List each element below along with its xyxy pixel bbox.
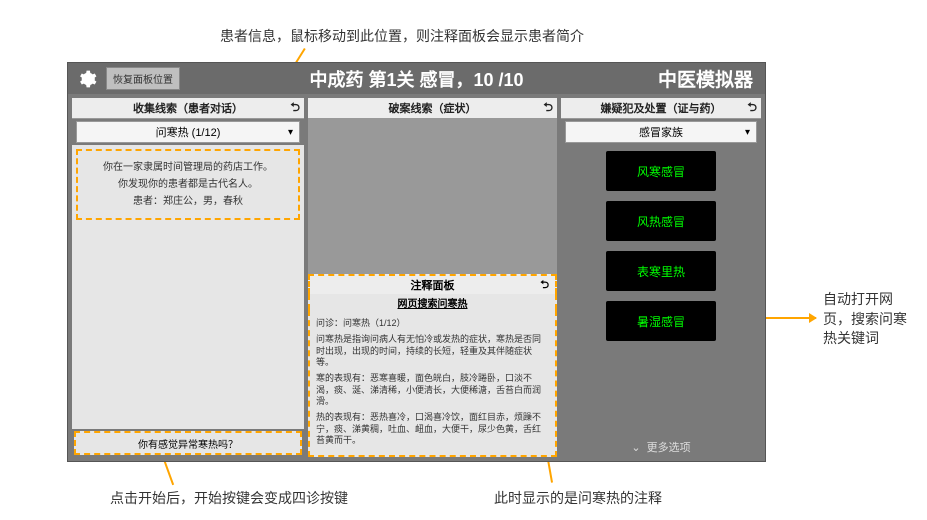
- patient-info-box[interactable]: 你在一家隶属时间管理局的药店工作。 你发现你的患者都是古代名人。 患者：郑庄公，…: [76, 149, 300, 220]
- titlebar: 恢复面板位置 中成药 第1关 感冒，10 /10 中医模拟器: [68, 63, 765, 94]
- back-icon[interactable]: ⮌: [543, 98, 553, 119]
- gear-icon[interactable]: [72, 64, 102, 94]
- title-right: 中医模拟器: [658, 65, 753, 92]
- anno-para: 热的表现有：恶热喜冷，口渴喜冷饮，面红目赤，烦躁不宁，痰、涕黄稠，吐血、衄血，大…: [316, 412, 549, 447]
- panel-dialog-title: 收集线索（患者对话）: [133, 100, 243, 116]
- dialog-dropdown[interactable]: 问寒热 (1/12): [76, 121, 300, 143]
- anno-para: 问寒热是指询问病人有无怕冷或发热的症状，寒热是否同时出现，出现的时间，持续的长短…: [316, 334, 549, 369]
- panel-dialog: 收集线索（患者对话） ⮌ 问寒热 (1/12) 你在一家隶属时间管理局的药店工作…: [72, 98, 304, 457]
- panel-symptoms: 破案线索（症状） ⮌ 注释面板 ⮌ 网页搜索问寒热 问诊：问寒热（1/12） 问…: [308, 98, 557, 457]
- panels-row: 收集线索（患者对话） ⮌ 问寒热 (1/12) 你在一家隶属时间管理局的药店工作…: [68, 94, 765, 461]
- dialog-body: 你在一家隶属时间管理局的药店工作。 你发现你的患者都是古代名人。 患者：郑庄公，…: [72, 145, 304, 429]
- panel-suspects-header: 嫌疑犯及处置（证与药） ⮌: [561, 98, 761, 119]
- start-question-text: 你有感觉异常寒热吗？: [138, 436, 238, 451]
- annotation-panel-header: 注释面板 ⮌: [308, 274, 557, 294]
- dialog-dropdown-label: 问寒热 (1/12): [156, 124, 221, 140]
- title-center: 中成药 第1关 感冒，10 /10: [309, 66, 523, 92]
- app-window: 恢复面板位置 中成药 第1关 感冒，10 /10 中医模拟器 收集线索（患者对话…: [67, 62, 766, 462]
- restore-panel-button[interactable]: 恢复面板位置: [106, 67, 180, 90]
- pill-fenghan[interactable]: 风寒感冒: [606, 151, 716, 191]
- pill-list: 风寒感冒 风热感冒 表寒里热 暑湿感冒: [561, 145, 761, 437]
- pill-fengre[interactable]: 风热感冒: [606, 201, 716, 241]
- panel-symptoms-header: 破案线索（症状） ⮌: [308, 98, 557, 119]
- dialog-line: 你在一家隶属时间管理局的药店工作。: [82, 161, 294, 174]
- annotation-bottom-left: 点击开始后，开始按键会变成四诊按键: [110, 488, 348, 508]
- annotation-top: 患者信息，鼠标移动到此位置，则注释面板会显示患者简介: [220, 26, 584, 46]
- annotation-search-text: 网页搜索问寒热: [398, 295, 468, 310]
- anno-para: 寒的表现有：恶寒喜暖，面色㿠白，肢冷踡卧，口淡不渴，痰、涎、涕清稀，小便清长，大…: [316, 373, 549, 408]
- back-icon[interactable]: ⮌: [290, 98, 300, 119]
- family-dropdown-label: 感冒家族: [639, 124, 683, 140]
- panel-suspects-title: 嫌疑犯及处置（证与药）: [601, 100, 722, 116]
- panel-dialog-header: 收集线索（患者对话） ⮌: [72, 98, 304, 119]
- pill-shushi[interactable]: 暑湿感冒: [606, 301, 716, 341]
- symptoms-canvas: [308, 119, 557, 274]
- panel-symptoms-title: 破案线索（症状）: [389, 100, 477, 116]
- annotation-right: 自动打开网页，搜索问寒热关键词: [823, 290, 913, 349]
- annotation-bottom-mid: 此时显示的是问寒热的注释: [494, 488, 662, 508]
- annotation-panel-title: 注释面板: [411, 277, 455, 293]
- family-dropdown[interactable]: 感冒家族: [565, 121, 757, 143]
- back-icon[interactable]: ⮌: [540, 276, 549, 295]
- annotation-body: 问诊：问寒热（1/12） 问寒热是指询问病人有无怕冷或发热的症状，寒热是否同时出…: [308, 310, 557, 457]
- dialog-line: 你发现你的患者都是古代名人。: [82, 178, 294, 191]
- back-icon[interactable]: ⮌: [747, 98, 757, 119]
- annotation-search-link[interactable]: 网页搜索问寒热: [308, 294, 557, 310]
- panel-suspects: 嫌疑犯及处置（证与药） ⮌ 感冒家族 风寒感冒 风热感冒 表寒里热 暑湿感冒 ⌄…: [561, 98, 761, 457]
- chevron-down-icon: ⌄: [631, 441, 640, 454]
- start-question-bar[interactable]: 你有感觉异常寒热吗？: [74, 431, 302, 455]
- more-options-button[interactable]: ⌄ 更多选项: [561, 437, 761, 457]
- anno-question: 问诊：问寒热（1/12）: [316, 318, 549, 330]
- patient-line: 患者：郑庄公，男，春秋: [82, 195, 294, 208]
- more-options-label: 更多选项: [647, 439, 691, 455]
- pill-biaohanlire[interactable]: 表寒里热: [606, 251, 716, 291]
